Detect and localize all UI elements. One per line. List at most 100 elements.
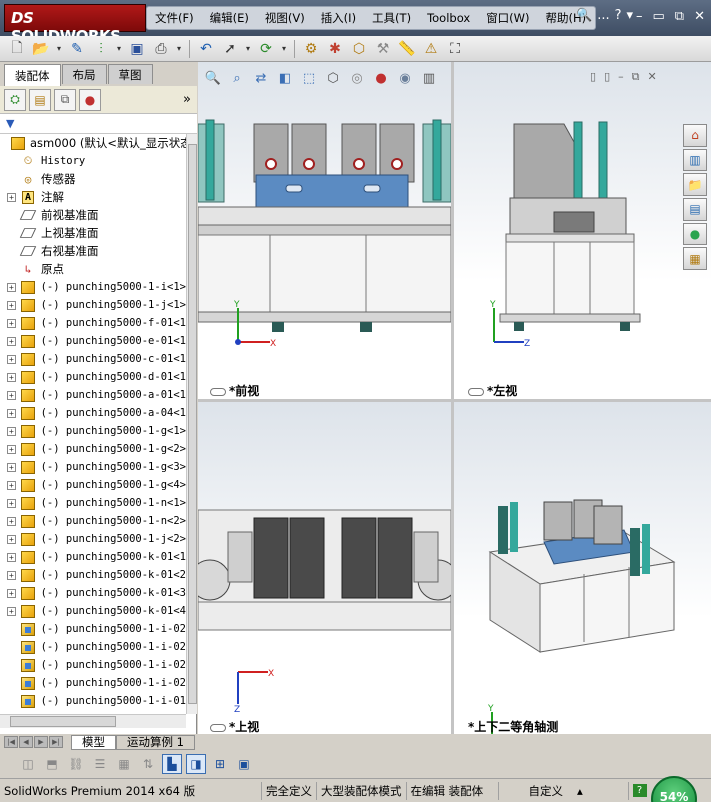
select-dropdown[interactable]: ▾ xyxy=(243,39,253,59)
expand-toggle[interactable]: + xyxy=(7,300,16,310)
tree-icon[interactable]: ☰ xyxy=(90,754,110,774)
configuration-manager-icon[interactable]: ⧉ xyxy=(54,88,76,111)
close-button[interactable]: ✕ xyxy=(694,9,705,24)
display-style-icon[interactable]: ⬡ xyxy=(322,68,344,88)
tree-item[interactable]: 右视基准面 xyxy=(0,242,186,260)
select-icon[interactable]: ➚ xyxy=(219,39,241,59)
tree-item[interactable]: + (-) punching5000-1-g<4> xyxy=(0,476,186,494)
units-selector[interactable]: 自定义 ▴ xyxy=(499,781,629,800)
tab-layout[interactable]: 布局 xyxy=(61,64,107,84)
undo-icon[interactable]: ↶ xyxy=(195,39,217,59)
filter-icon[interactable]: ▼ xyxy=(6,117,14,130)
viewport-link-icon[interactable]: ▯ xyxy=(604,70,610,84)
display-pane-icon[interactable]: ◫ xyxy=(18,754,38,774)
expand-toggle[interactable]: + xyxy=(7,570,16,580)
tree-item[interactable]: + (-) punching5000-1-g<3> xyxy=(0,458,186,476)
search-icon[interactable]: 🔍 xyxy=(576,8,592,23)
scrollbar-thumb[interactable] xyxy=(188,144,197,704)
expand-toggle[interactable]: + xyxy=(7,552,16,562)
print-icon[interactable]: ⎙ xyxy=(150,39,172,59)
last-tab-button[interactable]: ▶| xyxy=(49,736,63,748)
expand-toggle[interactable]: + xyxy=(7,192,16,202)
tree-item[interactable]: asm000 (默认<默认_显示状态 xyxy=(0,134,186,152)
section-view-icon[interactable]: ◧ xyxy=(274,68,296,88)
expand-toggle[interactable]: + xyxy=(7,282,16,292)
edit-appearance-icon[interactable]: ● xyxy=(370,68,392,88)
sort-icon[interactable]: ⇅ xyxy=(138,754,158,774)
print-dropdown[interactable]: ▾ xyxy=(174,39,184,59)
expand-toggle[interactable]: + xyxy=(7,372,16,382)
expand-toggle[interactable]: + xyxy=(7,588,16,598)
expand-toggle[interactable]: + xyxy=(7,606,16,616)
viewport-splitter-horizontal[interactable] xyxy=(198,399,711,402)
expand-toggle[interactable]: + xyxy=(7,516,16,526)
property-manager-icon[interactable]: ▤ xyxy=(29,88,51,111)
tree-item[interactable]: (-) punching5000-1-i-02 xyxy=(0,638,186,656)
next-tab-button[interactable]: ▶ xyxy=(34,736,48,748)
viewport-isometric[interactable]: Y X Z *上下二等角轴测 xyxy=(454,402,711,734)
save-view-icon[interactable]: ▣ xyxy=(234,754,254,774)
view-settings-icon[interactable]: ▥ xyxy=(418,68,440,88)
viewport-close-button[interactable]: ✕ xyxy=(647,70,656,84)
rebuild-icon[interactable]: ⟳ xyxy=(255,39,277,59)
tree-item[interactable]: + (-) punching5000-a-04<1 xyxy=(0,404,186,422)
tree-item[interactable]: + (-) punching5000-1-n<1> xyxy=(0,494,186,512)
appearance-manager-icon[interactable]: ● xyxy=(79,88,101,111)
mate-dropdown[interactable]: ▾ xyxy=(114,39,124,59)
tree-item[interactable]: + (-) punching5000-1-n<2> xyxy=(0,512,186,530)
tree-filter[interactable]: ▼ xyxy=(0,114,197,134)
tree-item[interactable]: + (-) punching5000-c-01<1 xyxy=(0,350,186,368)
viewport-left[interactable]: ▯ ▯ – ⧉ ✕ Y Z *左视 xyxy=(454,62,711,399)
two-view-icon[interactable]: ◨ xyxy=(186,754,206,774)
expand-toggle[interactable]: + xyxy=(7,408,16,418)
feature-manager-icon[interactable]: ⛭ xyxy=(4,88,26,111)
viewport-minimize-button[interactable]: – xyxy=(618,70,624,84)
menu-toolbox[interactable]: Toolbox xyxy=(419,11,478,25)
tree-item[interactable]: + (-) punching5000-1-g<1> xyxy=(0,422,186,440)
expand-toggle[interactable]: + xyxy=(7,336,16,346)
tab-sketch[interactable]: 草图 xyxy=(107,64,153,84)
expand-toggle[interactable]: + xyxy=(7,354,16,364)
menu-tools[interactable]: 工具(T) xyxy=(364,10,419,26)
custom-properties-icon[interactable]: ▦ xyxy=(683,247,707,271)
options-icon[interactable]: ⚙ xyxy=(300,39,322,59)
explode-icon[interactable]: ✱ xyxy=(324,39,346,59)
tree-item[interactable]: + (-) punching5000-k-01<4 xyxy=(0,602,186,620)
tree-item[interactable]: + (-) punching5000-k-01<3 xyxy=(0,584,186,602)
new-document-icon[interactable]: 🗋 xyxy=(6,39,28,59)
tree-item[interactable]: ↳ 原点 xyxy=(0,260,186,278)
tree-item[interactable]: (-) punching5000-1-i-02 xyxy=(0,674,186,692)
graphics-area[interactable]: 🔍 ⌕ ⇄ ◧ ⬚ ⬡ ◎ ● ◉ ▥ Y X *前视 ▯ ▯ – ⧉ ✕ Y … xyxy=(198,62,711,734)
hide-show-icon[interactable]: ◎ xyxy=(346,68,368,88)
appearances-icon[interactable]: ● xyxy=(683,222,707,246)
tree-horizontal-scrollbar[interactable] xyxy=(0,714,186,728)
tree-item[interactable]: + (-) punching5000-1-j<2> xyxy=(0,530,186,548)
menu-edit[interactable]: 编辑(E) xyxy=(202,10,257,26)
tab-model[interactable]: 模型 xyxy=(71,734,116,750)
menu-file[interactable]: 文件(F) xyxy=(147,10,202,26)
help-icon[interactable]: ? xyxy=(615,8,622,23)
expand-toggle[interactable]: + xyxy=(7,534,16,544)
measure-icon[interactable]: 📏 xyxy=(396,39,418,59)
tree-vertical-scrollbar[interactable] xyxy=(186,134,197,714)
tree-item[interactable]: + (-) punching5000-1-g<2> xyxy=(0,440,186,458)
expand-toggle[interactable]: + xyxy=(7,390,16,400)
tree-item[interactable]: + A 注解 xyxy=(0,188,186,206)
assembly-feature-icon[interactable]: ⬡ xyxy=(348,39,370,59)
smart-fastener-icon[interactable]: ⚒ xyxy=(372,39,394,59)
chevron-down-icon[interactable]: ▾ xyxy=(627,8,634,23)
tree-item[interactable]: ◎ 传感器 xyxy=(0,170,186,188)
tree-item[interactable]: + (-) punching5000-k-01<2 xyxy=(0,566,186,584)
tree-item[interactable]: + (-) punching5000-1-i<1> xyxy=(0,278,186,296)
expand-panel-button[interactable]: » xyxy=(183,92,191,107)
sketch-icon[interactable]: ✎ xyxy=(66,39,88,59)
tree-item[interactable]: + (-) punching5000-e-01<1 xyxy=(0,332,186,350)
apply-scene-icon[interactable]: ◉ xyxy=(394,68,416,88)
tree-item[interactable]: + (-) punching5000-k-01<1 xyxy=(0,548,186,566)
interference-icon[interactable]: ⚠ xyxy=(420,39,442,59)
open-dropdown[interactable]: ▾ xyxy=(54,39,64,59)
viewport-restore-button[interactable]: ⧉ xyxy=(632,70,640,84)
maximize-button[interactable]: ▭ xyxy=(653,9,665,24)
zoom-to-fit-icon[interactable]: 🔍 xyxy=(202,68,224,88)
expand-toggle[interactable]: + xyxy=(7,444,16,454)
